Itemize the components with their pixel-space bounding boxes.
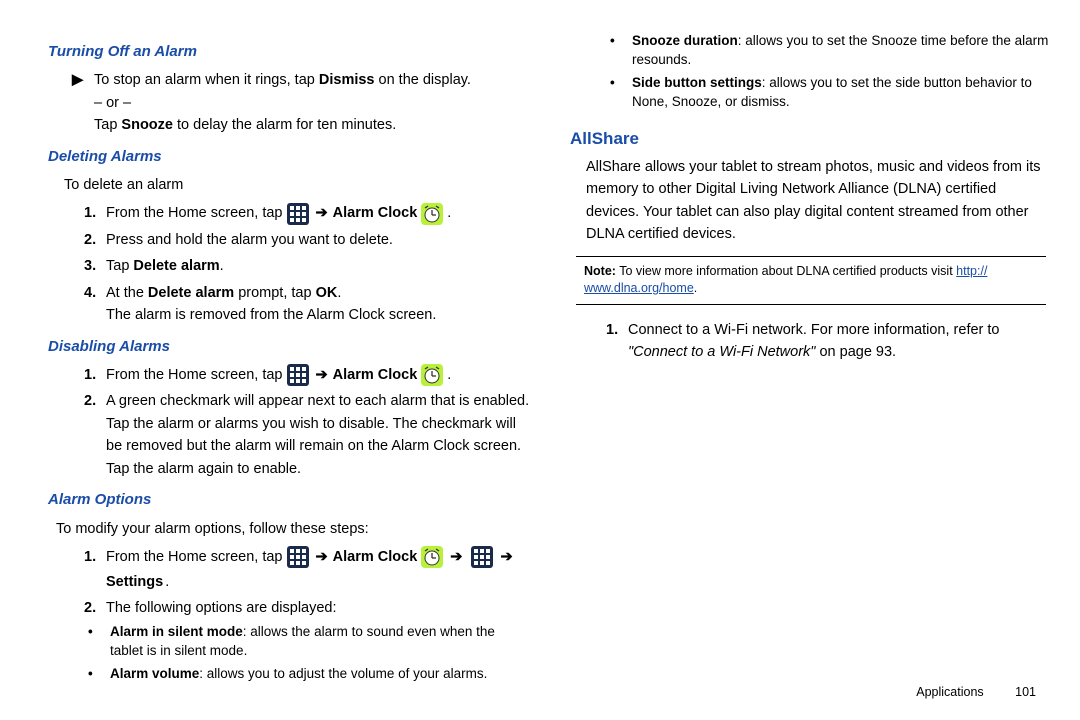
alarm-clock-icon	[421, 546, 443, 568]
options-step-1: 1. From the Home screen, tap ➔ Alarm Clo…	[84, 546, 530, 593]
arrow-icon: ➔	[316, 546, 328, 568]
option-alarm-volume: •Alarm volume: allows you to adjust the …	[88, 665, 530, 684]
heading-turning-off-alarm: Turning Off an Alarm	[48, 40, 530, 63]
heading-disabling-alarms: Disabling Alarms	[48, 335, 530, 358]
apps-grid-icon	[471, 546, 493, 568]
delete-step-1: 1. From the Home screen, tap ➔ Alarm Clo…	[84, 202, 530, 224]
arrow-icon: ➔	[500, 546, 512, 568]
page-number: 101	[1015, 685, 1036, 699]
delete-intro: To delete an alarm	[64, 174, 530, 196]
disable-step-2: 2. A green checkmark will appear next to…	[84, 390, 530, 480]
disable-step-1: 1. From the Home screen, tap ➔ Alarm Clo…	[84, 364, 530, 386]
heading-allshare: AllShare	[570, 126, 1052, 152]
allshare-step-1: 1. Connect to a Wi-Fi network. For more …	[606, 319, 1052, 364]
apps-grid-icon	[287, 364, 309, 386]
note-box: Note: To view more information about DLN…	[576, 256, 1046, 305]
page-footer: Applications 101	[916, 683, 1036, 702]
options-intro: To modify your alarm options, follow the…	[56, 518, 530, 540]
arrow-bullet-icon: ▶	[72, 69, 86, 136]
heading-alarm-options: Alarm Options	[48, 488, 530, 511]
option-silent-mode: •Alarm in silent mode: allows the alarm …	[88, 623, 530, 661]
apps-grid-icon	[287, 546, 309, 568]
alarm-clock-icon	[421, 203, 443, 225]
arrow-icon: ➔	[316, 202, 328, 224]
delete-step-2: 2. Press and hold the alarm you want to …	[84, 229, 530, 251]
option-snooze-duration: •Snooze duration: allows you to set the …	[610, 32, 1052, 70]
delete-step-4: 4. At the Delete alarm prompt, tap OK. T…	[84, 282, 530, 327]
apps-grid-icon	[287, 203, 309, 225]
bullet-dismiss: ▶ To stop an alarm when it rings, tap Di…	[72, 69, 530, 136]
options-step-2: 2. The following options are displayed:	[84, 597, 530, 619]
footer-section: Applications	[916, 685, 983, 699]
option-side-button: •Side button settings: allows you to set…	[610, 74, 1052, 112]
allshare-paragraph: AllShare allows your tablet to stream ph…	[586, 156, 1044, 246]
arrow-icon: ➔	[316, 364, 328, 386]
delete-step-3: 3. Tap Delete alarm.	[84, 255, 530, 277]
heading-deleting-alarms: Deleting Alarms	[48, 145, 530, 168]
alarm-clock-icon	[421, 364, 443, 386]
arrow-icon: ➔	[450, 546, 462, 568]
